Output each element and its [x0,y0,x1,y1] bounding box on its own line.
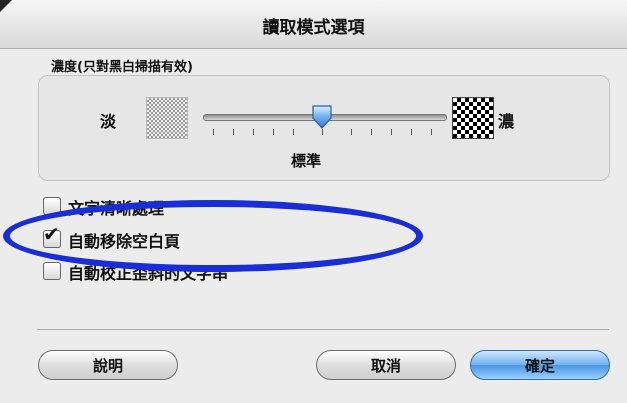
ok-button[interactable]: 確定 [470,350,610,380]
light-label: 淡 [100,112,117,131]
slider-tick [391,129,392,135]
reading-mode-options-dialog: 讀取模式選項 濃度(只對黑白掃描有效) 淡 濃 標準 文字清晰處理 ✔ 自動移除… [0,0,627,403]
density-slider-thumb[interactable] [311,104,333,130]
check-icon: ✔ [43,222,60,246]
cancel-button[interactable]: 取消 [316,350,456,380]
density-level-label: 標準 [291,152,322,170]
light-pattern-icon [146,97,188,139]
slider-tick [371,129,372,135]
slider-tick [233,129,234,135]
slider-tick [273,129,274,135]
dark-pattern-icon [452,97,494,139]
remove-blank-page-label[interactable]: 自動移除空白頁 [68,228,180,252]
slider-tick [351,129,352,135]
dialog-title: 讀取模式選項 [262,18,365,38]
slider-tick [293,129,294,135]
window-corner-icon [0,0,12,12]
slider-tick [253,129,254,135]
slider-tick [411,129,412,135]
deskew-text-label[interactable]: 自動校正歪斜的文字串 [68,260,228,284]
density-group-label: 濃度(只對黑白掃描有效) [51,60,193,75]
slider-tick [431,129,432,135]
text-clarity-checkbox[interactable] [43,197,61,215]
title-bar[interactable]: 讀取模式選項 [0,0,627,49]
deskew-text-checkbox[interactable] [43,262,61,280]
text-clarity-label[interactable]: 文字清晰處理 [68,195,164,219]
dark-label: 濃 [498,112,515,131]
separator [37,329,609,330]
slider-tick [213,129,214,135]
remove-blank-page-checkbox[interactable]: ✔ [43,224,61,248]
help-button[interactable]: 說明 [38,350,178,380]
